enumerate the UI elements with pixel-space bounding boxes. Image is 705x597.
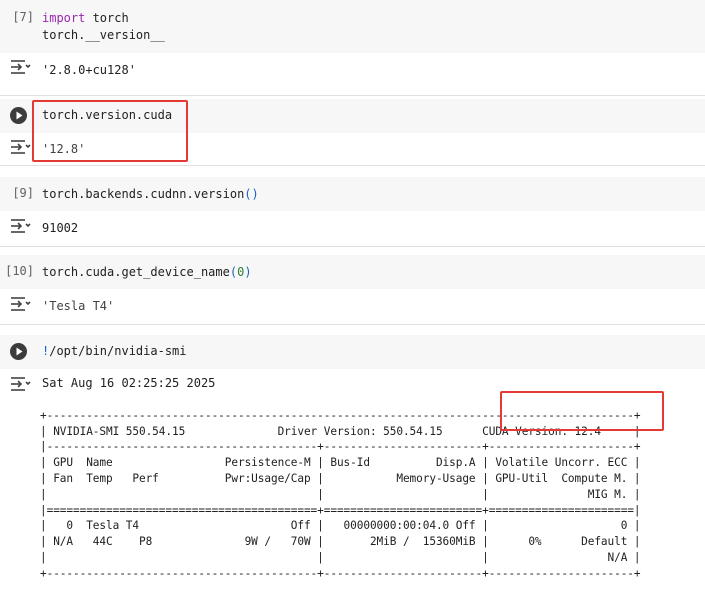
smi-line: +---------------------------------------…	[40, 408, 641, 422]
code-text[interactable]: import torch torch.__version__	[42, 10, 165, 44]
code-cell-8[interactable]: torch.version.cuda	[0, 99, 705, 133]
code-cell-10[interactable]: [10] torch.cuda.get_device_name(0)	[0, 255, 705, 289]
smi-line: +---------------------------------------…	[40, 566, 641, 580]
code-text[interactable]: torch.version.cuda	[42, 107, 172, 124]
smi-line: | | | MIG M. |	[40, 487, 641, 501]
smi-line: | GPU Name Persistence-M | Bus-Id Disp.A…	[40, 456, 641, 470]
code-cell-9[interactable]: [9] torch.backends.cudnn.version()	[0, 177, 705, 211]
shell-command: /opt/bin/nvidia-smi	[49, 344, 187, 358]
output-toggle-icon[interactable]	[9, 217, 31, 235]
smi-line: | 0 Tesla T4 Off | 00000000:00:04.0 Off …	[40, 519, 641, 533]
code-paren-close: )	[244, 265, 252, 279]
code-text[interactable]: torch.backends.cudnn.version()	[42, 186, 259, 203]
code-call: torch.cuda.get_device_name	[42, 265, 230, 279]
output-toggle-icon[interactable]	[9, 138, 31, 156]
code-module: torch	[85, 11, 129, 25]
code-cell-7[interactable]: [7] import torch torch.__version__	[0, 0, 705, 53]
cell-divider	[0, 165, 705, 166]
nvidia-smi-table: +---------------------------------------…	[40, 392, 641, 597]
smi-line: | Fan Temp Perf Pwr:Usage/Cap | Memory-U…	[40, 471, 641, 485]
output-toggle-icon[interactable]	[9, 58, 31, 76]
cell-output: '12.8'	[42, 142, 86, 156]
code-line-2: torch.__version__	[42, 28, 165, 42]
smi-line: |=======================================…	[40, 503, 641, 517]
cell-output: 'Tesla T4'	[42, 299, 115, 313]
smi-line: | N/A 44C P8 9W / 70W | 2MiB / 15360MiB …	[40, 535, 641, 549]
output-toggle-icon[interactable]	[9, 295, 31, 313]
run-cell-icon[interactable]	[10, 343, 27, 360]
code-text[interactable]: !/opt/bin/nvidia-smi	[42, 343, 187, 360]
run-cell-icon[interactable]	[10, 107, 27, 124]
code-paren-open: (	[229, 265, 238, 279]
cell-output: 91002	[42, 221, 79, 235]
smi-line: |---------------------------------------…	[40, 440, 641, 454]
exec-count: [7]	[12, 10, 34, 24]
exec-count: [9]	[12, 186, 34, 200]
exec-count: [10]	[5, 264, 34, 278]
code-cell-11[interactable]: !/opt/bin/nvidia-smi	[0, 335, 705, 369]
cell-divider	[0, 246, 705, 247]
cell-output: '2.8.0+cu128'	[42, 63, 136, 77]
keyword-import: import	[42, 11, 86, 25]
code-call: torch.backends.cudnn.version	[42, 187, 245, 201]
smi-line: | NVIDIA-SMI 550.54.15 Driver Version: 5…	[40, 424, 641, 438]
code-parens: ()	[244, 187, 259, 201]
code-text[interactable]: torch.cuda.get_device_name(0)	[42, 264, 252, 281]
output-toggle-icon[interactable]	[9, 375, 31, 393]
smi-line: | | | N/A |	[40, 550, 641, 564]
cell-divider	[0, 95, 705, 96]
smi-date: Sat Aug 16 02:25:25 2025	[42, 376, 216, 390]
cell-divider	[0, 324, 705, 325]
